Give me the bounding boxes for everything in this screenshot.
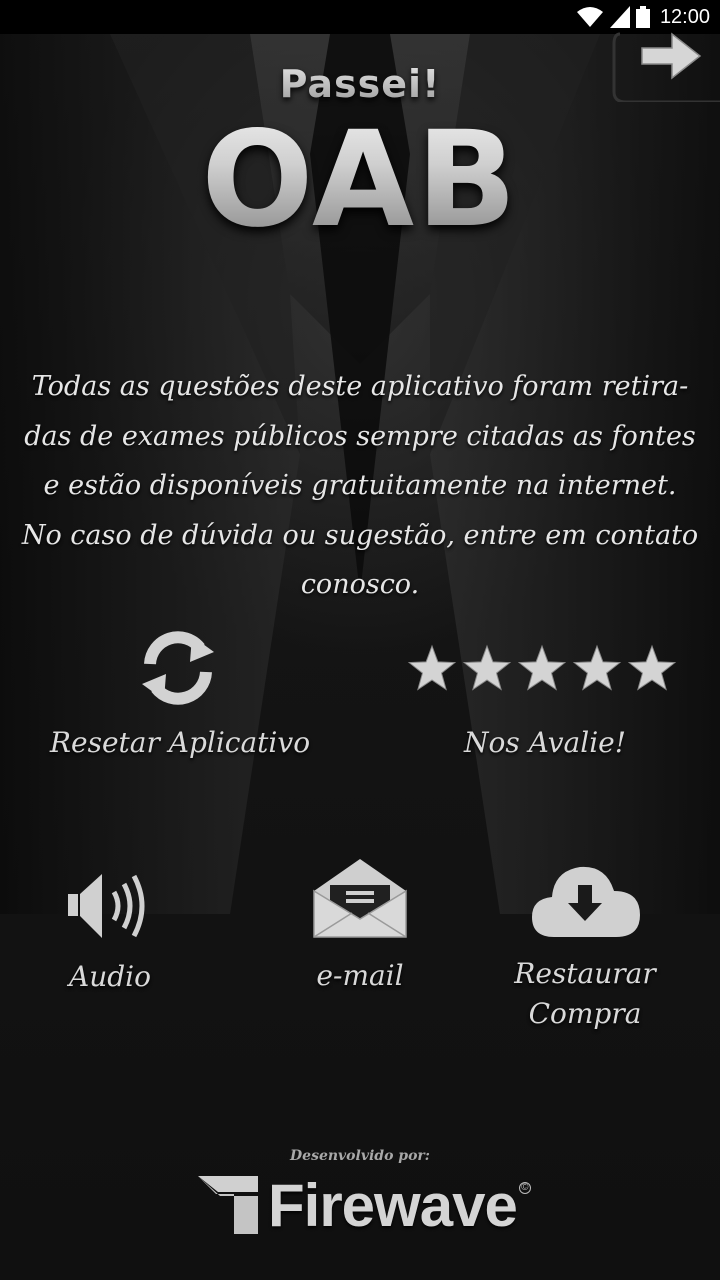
star-icon[interactable] xyxy=(517,644,567,691)
rate-app-button[interactable]: Nos Avalie! xyxy=(400,620,690,770)
disclaimer-line: conosco. xyxy=(300,569,420,600)
speaker-icon xyxy=(66,866,156,946)
disclaimer-line: e estão disponíveis gratuitamente na int… xyxy=(43,470,677,501)
rate-app-label: Nos Avalie! xyxy=(464,726,626,759)
star-icon[interactable] xyxy=(462,644,512,691)
star-icon[interactable] xyxy=(572,644,622,691)
restore-purchase-label-1: Restaurar xyxy=(514,957,656,990)
star-icon[interactable] xyxy=(627,644,677,691)
battery-icon xyxy=(635,6,650,28)
envelope-icon xyxy=(312,857,408,939)
email-label: e-mail xyxy=(316,959,404,992)
audio-button[interactable]: Audio xyxy=(40,860,180,1010)
signal-icon xyxy=(609,6,630,28)
developer-brand: Firewave © xyxy=(198,1171,531,1239)
firewave-logo-icon xyxy=(198,1176,258,1234)
about-screen: 12:00 Passei! OAB Todas as questões dest… xyxy=(0,0,720,1280)
reset-app-label: Resetar Aplicativo xyxy=(49,726,311,759)
developer-name: Firewave xyxy=(268,1171,518,1239)
disclaimer-text: Todas as questões deste aplicativo foram… xyxy=(20,362,700,610)
email-button[interactable]: e-mail xyxy=(280,855,440,1005)
disclaimer-line: Todas as questões deste aplicativo foram… xyxy=(31,371,689,402)
star-icon[interactable] xyxy=(407,644,457,691)
reset-app-button[interactable]: Resetar Aplicativo xyxy=(30,620,330,770)
developed-by-label: Desenvolvido por: xyxy=(290,1148,430,1164)
app-title: OAB xyxy=(0,100,720,260)
disclaimer-line: das de exames públicos sempre citadas as… xyxy=(24,420,696,452)
audio-label: Audio xyxy=(69,960,151,993)
cloud-download-icon xyxy=(530,857,642,941)
registered-mark: © xyxy=(518,1182,531,1194)
restore-purchase-label-2: Compra xyxy=(528,997,642,1030)
restore-purchase-button[interactable]: Restaurar Compra xyxy=(490,855,680,1045)
disclaimer-line: No caso de dúvida ou sugestão, entre em … xyxy=(21,519,699,551)
rating-stars xyxy=(407,644,678,696)
wifi-icon xyxy=(576,7,603,27)
refresh-icon xyxy=(136,626,220,710)
